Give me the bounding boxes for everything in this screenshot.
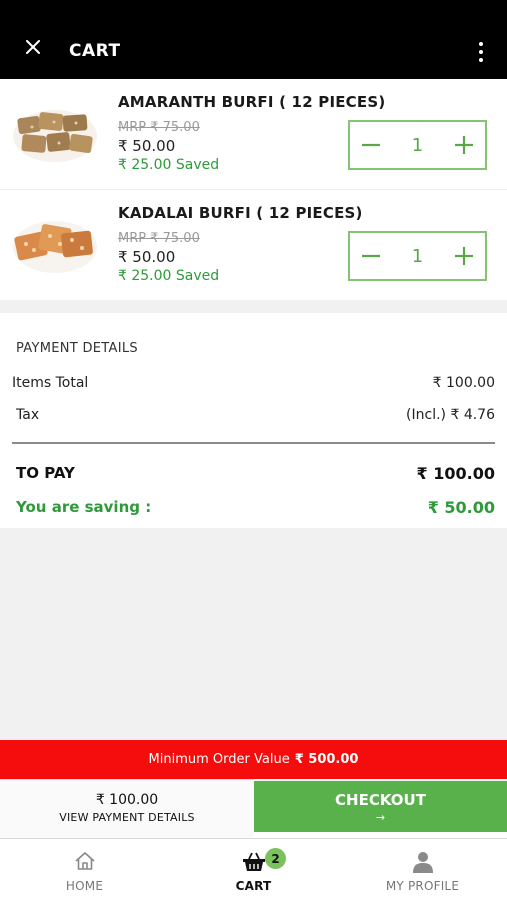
cart-item-list: AMARANTH BURFI ( 12 PIECES) MRP ₹ 75.00 … bbox=[0, 79, 507, 300]
saving-label: You are saving : bbox=[16, 498, 152, 516]
product-saved: ₹ 25.00 Saved bbox=[118, 268, 220, 284]
minimum-order-banner: Minimum Order Value ₹ 500.00 bbox=[0, 740, 507, 779]
product-image bbox=[12, 216, 98, 274]
items-total-label: Items Total bbox=[12, 375, 89, 391]
product-name[interactable]: KADALAI BURFI ( 12 PIECES) bbox=[118, 204, 363, 222]
plus-icon[interactable] bbox=[453, 134, 475, 156]
to-pay-label: TO PAY bbox=[16, 464, 75, 482]
checkout-label: CHECKOUT bbox=[335, 791, 426, 809]
cart-item: KADALAI BURFI ( 12 PIECES) MRP ₹ 75.00 ₹… bbox=[0, 190, 507, 300]
product-mrp: MRP ₹ 75.00 bbox=[118, 231, 200, 246]
view-payment-details-button[interactable]: ₹ 100.00 VIEW PAYMENT DETAILS bbox=[0, 779, 254, 838]
saving-value: ₹ 50.00 bbox=[427, 498, 495, 517]
minus-icon[interactable] bbox=[360, 134, 382, 156]
product-price: ₹ 50.00 bbox=[118, 248, 176, 266]
quantity-stepper: 1 bbox=[348, 231, 487, 281]
tax-value: (Incl.) ₹ 4.76 bbox=[406, 407, 495, 423]
product-name[interactable]: AMARANTH BURFI ( 12 PIECES) bbox=[118, 93, 385, 111]
minimum-order-label: Minimum Order Value bbox=[148, 752, 290, 767]
bottom-nav: HOME 2 CART MY PROFILE bbox=[0, 838, 507, 900]
nav-label-cart: CART bbox=[235, 879, 272, 893]
nav-label-home: HOME bbox=[65, 879, 104, 893]
product-image bbox=[12, 105, 98, 163]
payment-details-heading: PAYMENT DETAILS bbox=[16, 341, 138, 356]
payment-details: PAYMENT DETAILS Items Total ₹ 100.00 Tax… bbox=[0, 313, 507, 528]
close-icon[interactable] bbox=[20, 34, 46, 60]
cart-count-badge: 2 bbox=[265, 848, 286, 869]
nav-label-profile: MY PROFILE bbox=[385, 879, 460, 893]
user-icon bbox=[412, 851, 434, 877]
items-total-value: ₹ 100.00 bbox=[432, 375, 495, 391]
tax-label: Tax bbox=[16, 407, 40, 423]
view-payment-details-label: VIEW PAYMENT DETAILS bbox=[59, 811, 195, 824]
product-mrp: MRP ₹ 75.00 bbox=[118, 120, 200, 135]
cart-item: AMARANTH BURFI ( 12 PIECES) MRP ₹ 75.00 … bbox=[0, 79, 507, 190]
page-title: CART bbox=[69, 41, 121, 61]
app-header: CART bbox=[0, 0, 507, 79]
to-pay-value: ₹ 100.00 bbox=[416, 464, 495, 483]
summary-amount: ₹ 100.00 bbox=[95, 792, 159, 808]
divider bbox=[12, 442, 495, 444]
cart-basket-icon bbox=[241, 851, 267, 877]
minus-icon[interactable] bbox=[360, 245, 382, 267]
checkout-bar: ₹ 100.00 VIEW PAYMENT DETAILS CHECKOUT → bbox=[0, 779, 507, 838]
plus-icon[interactable] bbox=[453, 245, 475, 267]
checkout-button[interactable]: CHECKOUT → bbox=[254, 781, 507, 832]
nav-item-profile[interactable]: MY PROFILE bbox=[338, 839, 507, 900]
quantity-value: 1 bbox=[411, 245, 424, 267]
home-icon bbox=[74, 851, 96, 875]
quantity-stepper: 1 bbox=[348, 120, 487, 170]
product-price: ₹ 50.00 bbox=[118, 137, 176, 155]
nav-item-cart[interactable]: 2 CART bbox=[169, 839, 338, 900]
more-vertical-icon[interactable] bbox=[475, 40, 487, 64]
quantity-value: 1 bbox=[411, 134, 424, 156]
nav-item-home[interactable]: HOME bbox=[0, 839, 169, 900]
product-saved: ₹ 25.00 Saved bbox=[118, 157, 220, 173]
minimum-order-value: ₹ 500.00 bbox=[294, 752, 359, 767]
arrow-right-icon: → bbox=[375, 811, 386, 824]
